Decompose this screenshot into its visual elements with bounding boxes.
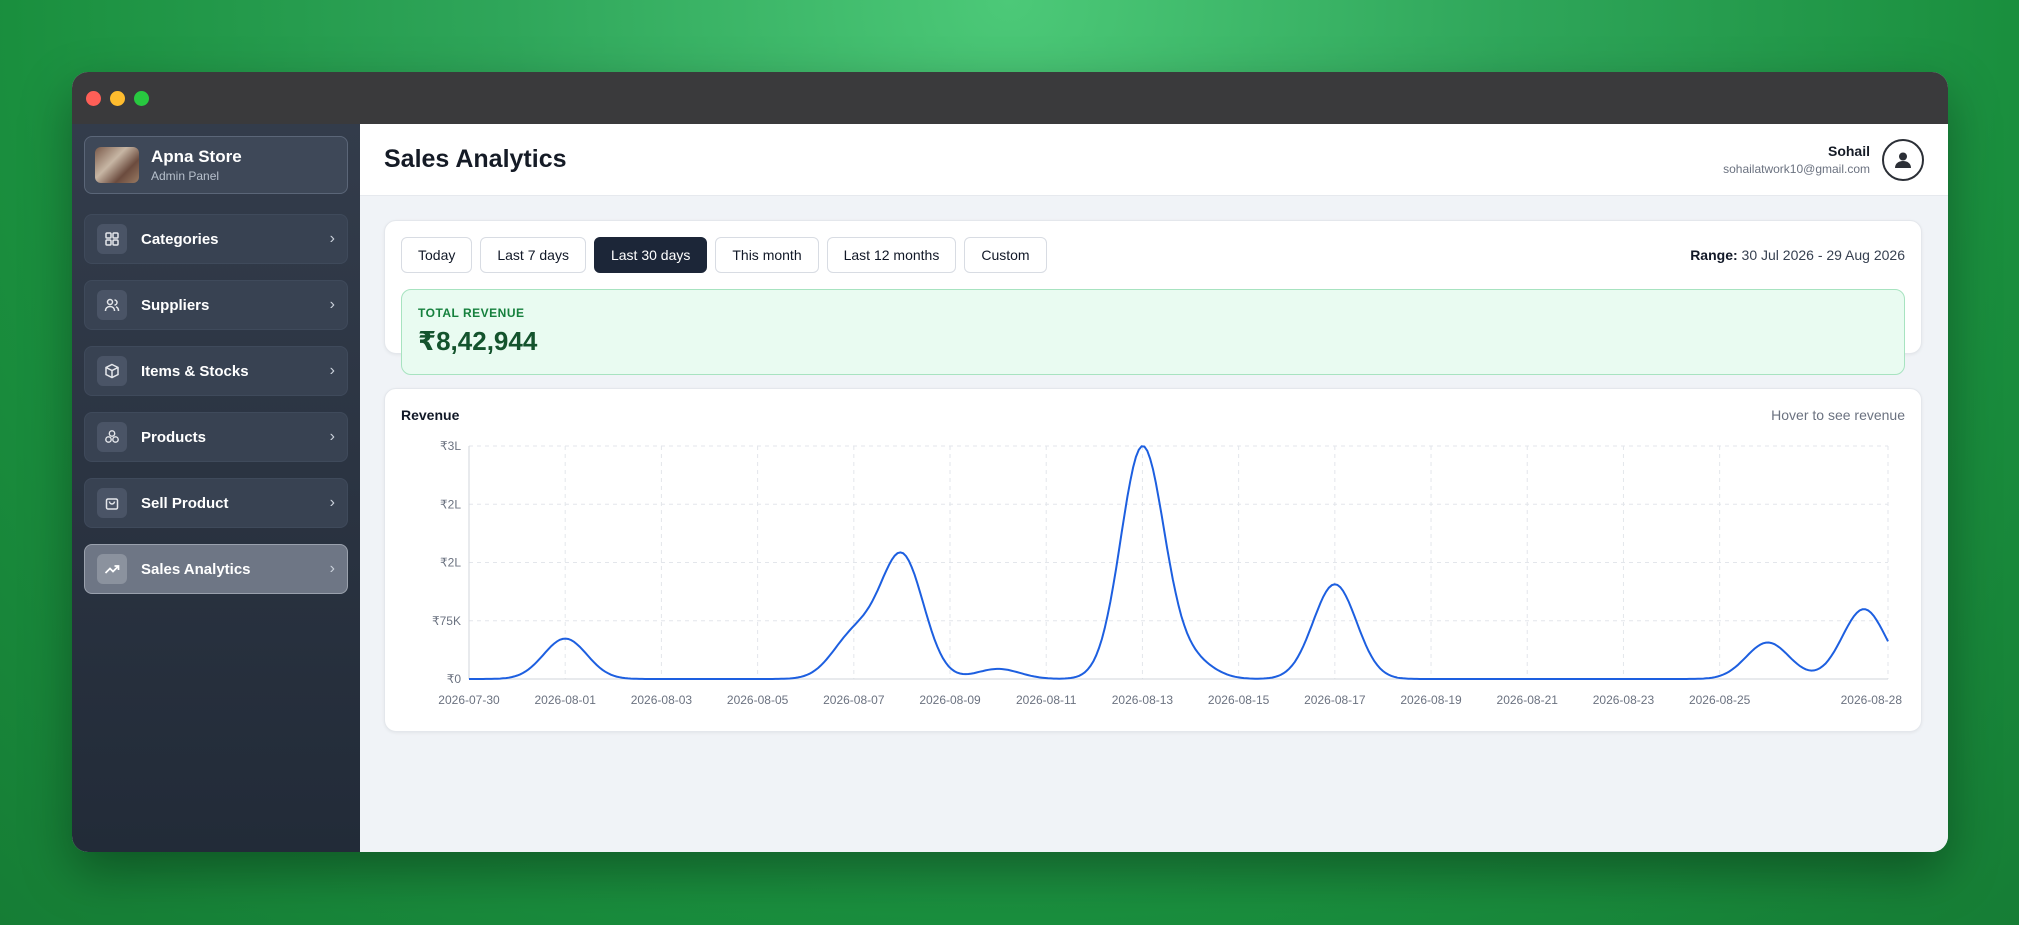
- date-range: Range: 30 Jul 2026 - 29 Aug 2026: [1690, 247, 1905, 263]
- sidebar-item-sell-product[interactable]: Sell Product ›: [84, 478, 348, 528]
- maximize-window-button[interactable]: [134, 91, 149, 106]
- user-menu[interactable]: Sohail sohailatwork10@gmail.com: [1723, 138, 1924, 181]
- sidebar-item-label: Items & Stocks: [141, 362, 249, 380]
- sidebar-item-label: Suppliers: [141, 296, 210, 314]
- x-tick-label: 2026-08-03: [631, 693, 693, 707]
- store-logo: [95, 147, 139, 183]
- total-revenue-card: TOTAL REVENUE ₹8,42,944: [401, 289, 1905, 375]
- user-name: Sohail: [1827, 143, 1870, 159]
- grid-icon: [97, 224, 127, 254]
- x-tick-label: 2026-08-01: [535, 693, 597, 707]
- chevron-right-icon: ›: [329, 428, 335, 445]
- brand[interactable]: Apna Store Admin Panel: [84, 136, 348, 194]
- main-content: Sales Analytics Sohail sohailatwork10@gm…: [360, 124, 1948, 852]
- x-tick-label: 2026-07-30: [438, 693, 500, 707]
- y-tick-label: ₹0: [447, 672, 462, 686]
- sidebar-item-suppliers[interactable]: Suppliers ›: [84, 280, 348, 330]
- chevron-right-icon: ›: [329, 494, 335, 511]
- shopping-bag-icon: [97, 488, 127, 518]
- page-header: Sales Analytics Sohail sohailatwork10@gm…: [360, 124, 1948, 196]
- x-tick-label: 2026-08-13: [1112, 693, 1174, 707]
- revenue-chart[interactable]: ₹0 ₹75K ₹2L ₹2L ₹3L 2026-07-30 2026-08-01 2026-…: [385, 389, 1923, 733]
- user-email: sohailatwork10@gmail.com: [1723, 162, 1870, 176]
- close-window-button[interactable]: [86, 91, 101, 106]
- sidebar-item-label: Sales Analytics: [141, 560, 251, 578]
- tab-last-7-days[interactable]: Last 7 days: [480, 237, 586, 273]
- chevron-right-icon: ›: [329, 362, 335, 379]
- x-tick-label: 2026-08-21: [1497, 693, 1559, 707]
- sidebar-item-label: Products: [141, 428, 207, 446]
- chevron-right-icon: ›: [329, 230, 335, 247]
- range-value: 30 Jul 2026 - 29 Aug 2026: [1741, 247, 1905, 263]
- sidebar-item-label: Sell Product: [141, 494, 229, 512]
- sidebar-item-label: Categories: [141, 230, 219, 248]
- avatar[interactable]: [1882, 138, 1924, 181]
- revenue-chart-card: ₹0 ₹75K ₹2L ₹2L ₹3L 2026-07-30 2026-08-01 2026-…: [384, 388, 1922, 732]
- filters-card: Today Last 7 days Last 30 days This mont…: [384, 220, 1922, 375]
- tab-today[interactable]: Today: [401, 237, 473, 273]
- x-tick-label: 2026-08-07: [823, 693, 885, 707]
- x-tick-label: 2026-08-15: [1208, 693, 1270, 707]
- x-tick-label: 2026-08-09: [919, 693, 981, 707]
- app-window: Apna Store Admin Panel Categories › Supp…: [72, 72, 1948, 852]
- x-tick-label: 2026-08-23: [1593, 693, 1655, 707]
- trending-up-icon: [97, 554, 127, 584]
- y-tick-label: ₹2L: [440, 497, 461, 511]
- y-tick-label: ₹3L: [440, 439, 461, 453]
- chevron-right-icon: ›: [329, 296, 335, 313]
- x-tick-label: 2026-08-11: [1016, 693, 1077, 707]
- minimize-window-button[interactable]: [110, 91, 125, 106]
- x-tick-label: 2026-08-05: [727, 693, 789, 707]
- tab-custom[interactable]: Custom: [964, 237, 1047, 273]
- range-label: Range:: [1690, 247, 1738, 263]
- tab-last-12-months[interactable]: Last 12 months: [826, 237, 957, 273]
- x-tick-label: 2026-08-19: [1400, 693, 1462, 707]
- title-bar: [72, 72, 1948, 124]
- user-icon: [1895, 152, 1911, 168]
- users-icon: [97, 290, 127, 320]
- cubes-icon: [97, 422, 127, 452]
- sidebar-item-items-stocks[interactable]: Items & Stocks ›: [84, 346, 348, 396]
- total-revenue-value: ₹8,42,944: [418, 326, 538, 356]
- total-revenue-label: TOTAL REVENUE: [418, 306, 525, 320]
- chart-hint: Hover to see revenue: [1771, 407, 1905, 423]
- x-tick-label: 2026-08-25: [1689, 693, 1751, 707]
- brand-name: Apna Store: [151, 147, 242, 166]
- revenue-series-line: [469, 445, 1889, 680]
- sidebar-item-products[interactable]: Products ›: [84, 412, 348, 462]
- brand-subtitle: Admin Panel: [151, 169, 220, 183]
- sidebar-item-categories[interactable]: Categories ›: [84, 214, 348, 264]
- tab-last-30-days[interactable]: Last 30 days: [593, 237, 708, 273]
- date-range-tabs: Today Last 7 days Last 30 days This mont…: [401, 237, 1905, 273]
- page-title: Sales Analytics: [384, 145, 567, 173]
- y-tick-label: ₹75K: [432, 614, 461, 628]
- box-icon: [97, 356, 127, 386]
- x-tick-label: 2026-08-17: [1304, 693, 1366, 707]
- y-tick-label: ₹2L: [440, 556, 461, 570]
- sidebar-item-sales-analytics[interactable]: Sales Analytics ›: [84, 544, 348, 594]
- tab-this-month[interactable]: This month: [715, 237, 819, 273]
- sidebar: Apna Store Admin Panel Categories › Supp…: [72, 124, 360, 852]
- chart-title: Revenue: [401, 407, 460, 423]
- x-tick-label: 2026-08-28: [1841, 693, 1903, 707]
- chevron-right-icon: ›: [329, 560, 335, 577]
